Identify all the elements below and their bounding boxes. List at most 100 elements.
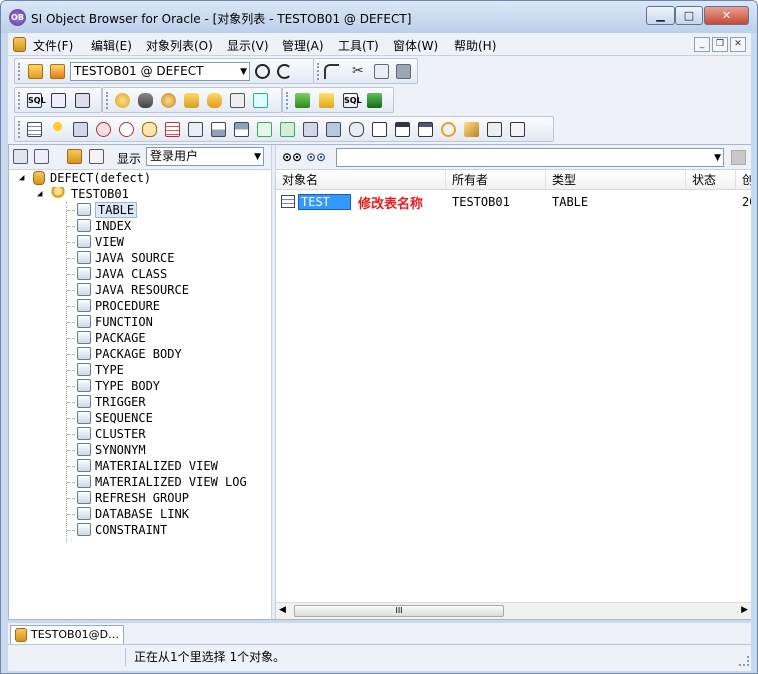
search-go-button[interactable] bbox=[731, 150, 746, 165]
col-header-name[interactable]: 对象名 bbox=[276, 170, 446, 190]
connection-select[interactable]: TESTOB01 @ DEFECT ▼ bbox=[70, 62, 250, 81]
constraint-icon[interactable] bbox=[510, 122, 525, 137]
show-select-value: 登录用户 bbox=[150, 149, 199, 163]
menu-edit[interactable]: 编辑(E) bbox=[91, 37, 132, 54]
menu-object-list[interactable]: 对象列表(O) bbox=[146, 37, 213, 54]
scroll-thumb[interactable]: III bbox=[294, 605, 504, 617]
undo-icon[interactable] bbox=[324, 64, 339, 79]
db-filter-icon[interactable] bbox=[67, 149, 82, 164]
refresh-group-icon[interactable] bbox=[441, 122, 456, 137]
menu-window[interactable]: 窗体(W) bbox=[393, 37, 438, 54]
materialized-view-log-icon[interactable] bbox=[418, 122, 433, 137]
role-icon[interactable] bbox=[161, 93, 176, 108]
mdi-restore-button[interactable]: ❐ bbox=[712, 37, 728, 52]
view-icon bbox=[77, 235, 91, 248]
cut-icon[interactable]: ✂ bbox=[352, 64, 367, 79]
scroll-grip-label: III bbox=[395, 606, 403, 615]
user-icon[interactable] bbox=[115, 93, 130, 108]
scroll-right-arrow-icon[interactable]: ▶ bbox=[741, 605, 748, 615]
procedure-icon[interactable] bbox=[165, 122, 180, 137]
database-link-icon[interactable] bbox=[464, 122, 479, 137]
tree-connector bbox=[67, 258, 75, 259]
tree-sync-icon[interactable] bbox=[34, 149, 49, 164]
minimize-button[interactable]: ▁ bbox=[646, 6, 675, 25]
function-icon[interactable] bbox=[188, 122, 203, 137]
view-icon[interactable] bbox=[73, 122, 88, 137]
materialized-view-icon[interactable] bbox=[395, 122, 410, 137]
menu-file[interactable]: 文件(F) bbox=[33, 37, 73, 54]
tree-connector bbox=[67, 434, 75, 435]
binoculars-next-icon[interactable]: ⊙⊙ bbox=[306, 150, 326, 164]
col-header-status[interactable]: 状态 bbox=[686, 170, 736, 190]
col-header-created[interactable]: 创 bbox=[736, 170, 751, 190]
rename-input[interactable]: TEST bbox=[298, 194, 351, 210]
run-icon[interactable] bbox=[367, 93, 382, 108]
index-icon[interactable] bbox=[50, 122, 65, 137]
tree-connector bbox=[67, 354, 75, 355]
copy-icon[interactable] bbox=[374, 64, 389, 79]
package-body-icon[interactable] bbox=[234, 122, 249, 137]
tree-item-label: SYNONYM bbox=[95, 443, 146, 457]
window-tab-testob01[interactable]: TESTOB01@D… bbox=[10, 625, 125, 644]
java-class-icon[interactable] bbox=[119, 122, 134, 137]
show-label: 显示 bbox=[117, 152, 142, 166]
object-grid[interactable]: 对象名 所有者 类型 状态 创 TEST 修改表名称 TESTOB01 TABL… bbox=[276, 170, 751, 602]
toolbar-grip bbox=[18, 92, 21, 109]
col-header-owner[interactable]: 所有者 bbox=[446, 170, 546, 190]
menu-tools[interactable]: 工具(T) bbox=[338, 37, 379, 54]
maximize-button[interactable]: □ bbox=[675, 6, 703, 25]
java-resource-icon[interactable] bbox=[142, 122, 157, 137]
export-icon[interactable] bbox=[295, 93, 310, 108]
cluster-icon[interactable] bbox=[349, 122, 364, 137]
tree-connector bbox=[67, 530, 75, 531]
title-bar[interactable]: OB SI Object Browser for Oracle - [对象列表 … bbox=[1, 1, 757, 33]
synonym-icon[interactable] bbox=[372, 122, 387, 137]
circle-icon[interactable] bbox=[255, 64, 270, 79]
sequence-icon[interactable] bbox=[326, 122, 341, 137]
trigger-icon[interactable] bbox=[303, 122, 318, 137]
table-icon[interactable] bbox=[27, 122, 42, 137]
show-select[interactable]: 登录用户 ▼ bbox=[146, 147, 264, 166]
type-body-icon[interactable] bbox=[280, 122, 295, 137]
cluster-icon bbox=[77, 427, 91, 440]
new-connection-icon[interactable] bbox=[28, 64, 43, 79]
report-icon[interactable] bbox=[75, 93, 90, 108]
binoculars-icon[interactable]: ⊙⊙ bbox=[282, 150, 302, 164]
editor-icon[interactable] bbox=[51, 93, 66, 108]
lock-icon[interactable] bbox=[184, 93, 199, 108]
close-button[interactable]: ✕ bbox=[704, 6, 749, 25]
toolbar-grip bbox=[18, 121, 21, 138]
schema-filter-icon[interactable] bbox=[89, 149, 104, 164]
table-row[interactable]: TEST 修改表名称 TESTOB01 TABLE 20 bbox=[276, 193, 751, 212]
scroll-left-arrow-icon[interactable]: ◀ bbox=[279, 605, 286, 615]
col-header-type[interactable]: 类型 bbox=[546, 170, 686, 190]
menu-view[interactable]: 显示(V) bbox=[227, 37, 269, 54]
search-input[interactable]: ▼ bbox=[336, 148, 724, 167]
disconnect-icon[interactable] bbox=[50, 64, 65, 79]
database-icon[interactable] bbox=[138, 93, 153, 108]
package-icon[interactable] bbox=[211, 122, 226, 137]
session-icon[interactable] bbox=[253, 93, 268, 108]
import-icon[interactable] bbox=[319, 93, 334, 108]
resize-grip-icon[interactable] bbox=[739, 656, 749, 666]
collapse-arrow-icon[interactable]: ◢ bbox=[37, 186, 42, 202]
sql-script-icon[interactable]: SQL bbox=[343, 93, 362, 108]
library-icon[interactable] bbox=[487, 122, 502, 137]
collapse-arrow-icon[interactable]: ◢ bbox=[19, 170, 24, 186]
mdi-minimize-button[interactable]: _ bbox=[694, 37, 710, 52]
refresh-icon[interactable] bbox=[277, 64, 292, 79]
horizontal-scrollbar[interactable]: ◀ III ▶ bbox=[276, 602, 751, 619]
tree-item-label: TYPE bbox=[95, 363, 124, 377]
menu-manage[interactable]: 管理(A) bbox=[282, 37, 324, 54]
sql-icon[interactable]: SQL bbox=[27, 93, 46, 108]
paste-icon[interactable] bbox=[396, 64, 411, 79]
package-icon bbox=[77, 331, 91, 344]
storage-icon[interactable] bbox=[230, 93, 245, 108]
mdi-close-button[interactable]: ✕ bbox=[730, 37, 746, 52]
type-icon[interactable] bbox=[257, 122, 272, 137]
tablespace-icon[interactable] bbox=[207, 93, 222, 108]
menu-help[interactable]: 帮助(H) bbox=[454, 37, 496, 54]
object-tree[interactable]: ◢ DEFECT(defect) ◢ TESTOB01 TABLE INDEX VI… bbox=[9, 170, 271, 619]
tree-view-icon[interactable] bbox=[13, 149, 28, 164]
java-source-icon[interactable] bbox=[96, 122, 111, 137]
